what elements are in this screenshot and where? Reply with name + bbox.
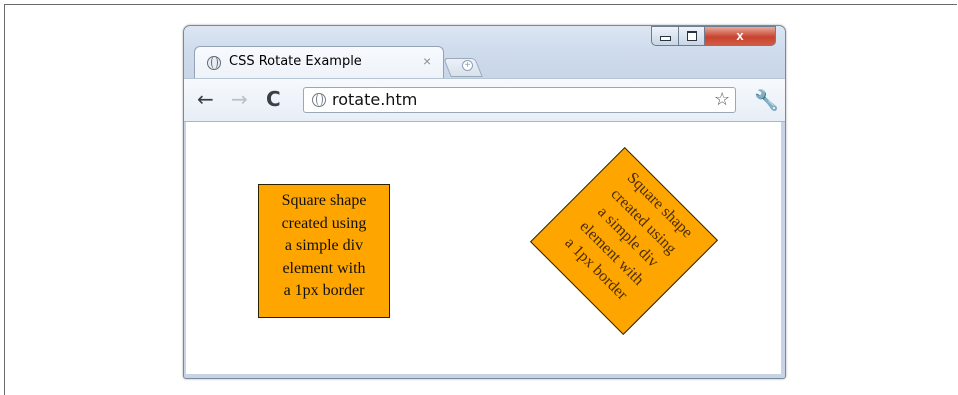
forward-arrow-icon[interactable]: →: [231, 88, 248, 110]
page-content: Square shape created using a simple div …: [186, 122, 781, 374]
new-tab-icon: +: [462, 60, 473, 71]
toolbar: ← → C rotate.htm ☆ 🔧: [184, 78, 785, 122]
tab-css-rotate-example[interactable]: CSS Rotate Example ×: [194, 46, 444, 78]
back-arrow-icon[interactable]: ←: [197, 88, 214, 110]
address-bar[interactable]: rotate.htm ☆: [303, 87, 736, 113]
rotated-square-box: Square shape created using a simple div …: [529, 146, 719, 336]
plain-square-box: Square shape created using a simple div …: [258, 184, 390, 318]
url-text[interactable]: rotate.htm: [332, 90, 417, 109]
maximize-button[interactable]: [678, 26, 705, 46]
window-close-button[interactable]: x: [704, 26, 776, 46]
star-icon[interactable]: ☆: [714, 89, 730, 110]
minimize-button[interactable]: [651, 26, 679, 46]
close-icon[interactable]: ×: [423, 53, 431, 69]
browser-window: CSS Rotate Example × + x ← → C rotate.ht…: [183, 25, 786, 379]
minimize-icon: [659, 36, 671, 41]
globe-icon: [207, 56, 221, 70]
reload-icon[interactable]: C: [266, 88, 281, 110]
wrench-icon[interactable]: 🔧: [754, 88, 779, 112]
tab-title: CSS Rotate Example: [229, 54, 362, 69]
maximize-icon: [686, 31, 697, 41]
globe-icon: [312, 93, 326, 107]
